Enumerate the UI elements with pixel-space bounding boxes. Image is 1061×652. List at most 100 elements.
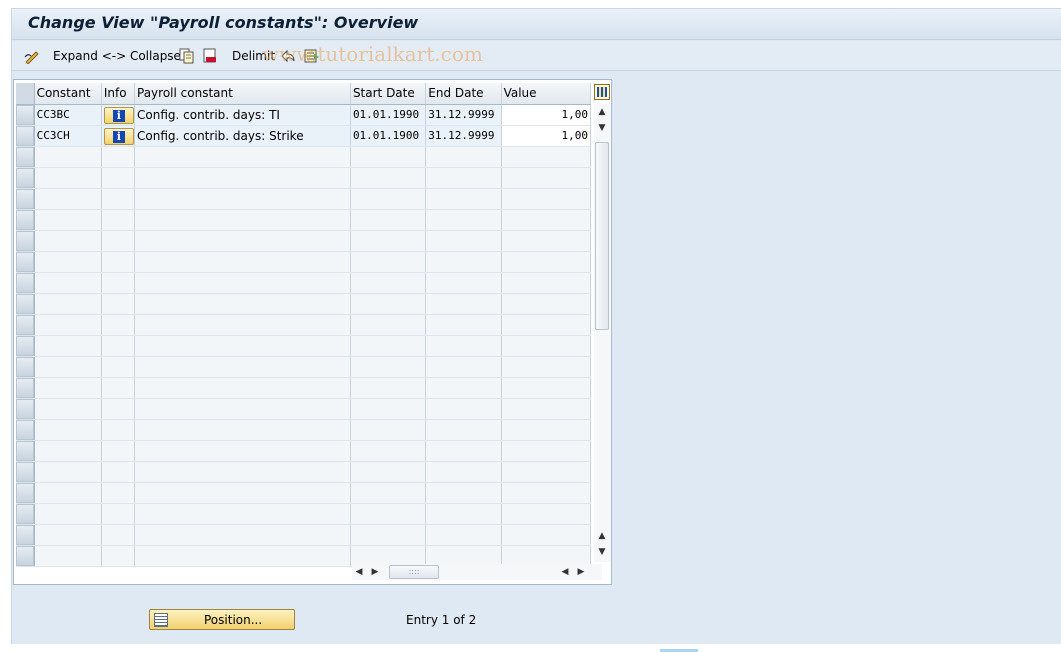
empty-cell[interactable] [425,482,502,504]
empty-cell[interactable] [350,503,427,525]
empty-cell[interactable] [34,356,102,378]
empty-cell[interactable] [425,398,502,420]
empty-cell[interactable] [34,377,102,399]
empty-cell[interactable] [350,398,427,420]
empty-cell[interactable] [101,209,136,231]
row-selector[interactable] [16,167,35,189]
horizontal-scroll-thumb[interactable]: :::: [389,565,439,579]
select-all-cell[interactable] [16,83,35,105]
expand-collapse-button[interactable]: Expand <-> Collapse [53,46,181,66]
empty-cell[interactable] [101,167,136,189]
empty-cell[interactable] [134,335,351,357]
empty-cell[interactable] [425,440,502,462]
empty-cell[interactable] [134,251,351,273]
column-header-start-date[interactable]: Start Date [350,83,427,105]
empty-cell[interactable] [350,440,427,462]
vertical-scroll-thumb[interactable] [595,142,609,330]
empty-cell[interactable] [101,545,136,567]
empty-cell[interactable] [425,251,502,273]
column-left-icon[interactable]: ◀ [558,564,572,580]
empty-cell[interactable] [101,503,136,525]
empty-cell[interactable] [501,377,592,399]
row-selector[interactable] [16,461,35,483]
row-selector[interactable] [16,398,35,420]
column-configuration-icon[interactable] [594,84,610,100]
empty-cell[interactable] [34,209,102,231]
display-change-button[interactable] [24,46,40,66]
empty-cell[interactable] [134,356,351,378]
empty-cell[interactable] [425,461,502,483]
empty-cell[interactable] [101,482,136,504]
info-button[interactable]: i [103,127,134,145]
empty-cell[interactable] [134,377,351,399]
value-input[interactable]: 1,00 [501,125,592,147]
row-selector[interactable] [16,482,35,504]
empty-cell[interactable] [34,524,102,546]
position-button[interactable]: Position... [149,609,295,630]
empty-cell[interactable] [501,188,592,210]
empty-cell[interactable] [501,209,592,231]
row-selector[interactable] [16,230,35,252]
empty-cell[interactable] [425,209,502,231]
empty-cell[interactable] [425,230,502,252]
empty-cell[interactable] [134,545,351,567]
row-selector[interactable] [16,146,35,168]
empty-cell[interactable] [501,545,592,567]
empty-cell[interactable] [501,482,592,504]
row-selector[interactable] [16,440,35,462]
row-selector[interactable] [16,251,35,273]
empty-cell[interactable] [134,314,351,336]
row-selector[interactable] [16,209,35,231]
row-selector[interactable] [16,356,35,378]
empty-cell[interactable] [134,524,351,546]
empty-cell[interactable] [101,335,136,357]
empty-cell[interactable] [501,293,592,315]
row-selector[interactable] [16,524,35,546]
empty-cell[interactable] [501,167,592,189]
empty-cell[interactable] [34,167,102,189]
empty-cell[interactable] [501,524,592,546]
empty-cell[interactable] [134,230,351,252]
empty-cell[interactable] [101,356,136,378]
empty-cell[interactable] [501,419,592,441]
empty-cell[interactable] [350,251,427,273]
column-header-payroll-constant[interactable]: Payroll constant [134,83,351,105]
vertical-scrollbar[interactable]: ▲ ▼ ▲ ▼ [594,104,610,562]
empty-cell[interactable] [501,440,592,462]
empty-cell[interactable] [34,419,102,441]
row-selector[interactable] [16,545,35,567]
empty-cell[interactable] [350,419,427,441]
empty-cell[interactable] [34,398,102,420]
empty-cell[interactable] [134,272,351,294]
row-selector[interactable] [16,293,35,315]
row-selector[interactable] [16,335,35,357]
row-selector[interactable] [16,419,35,441]
empty-cell[interactable] [34,146,102,168]
scroll-right-icon[interactable]: ▶ [368,564,382,580]
empty-cell[interactable] [134,419,351,441]
empty-cell[interactable] [350,461,427,483]
delimit-button[interactable]: Delimit [232,46,275,66]
value-input[interactable]: 1,00 [501,104,592,126]
row-selector[interactable] [16,377,35,399]
row-selector[interactable] [16,503,35,525]
empty-cell[interactable] [350,335,427,357]
row-selector[interactable] [16,104,35,126]
empty-cell[interactable] [134,398,351,420]
empty-cell[interactable] [350,146,427,168]
empty-cell[interactable] [101,251,136,273]
empty-cell[interactable] [350,293,427,315]
empty-cell[interactable] [34,335,102,357]
row-selector[interactable] [16,272,35,294]
empty-cell[interactable] [350,356,427,378]
empty-cell[interactable] [34,461,102,483]
empty-cell[interactable] [101,230,136,252]
empty-cell[interactable] [134,293,351,315]
empty-cell[interactable] [425,335,502,357]
empty-cell[interactable] [350,230,427,252]
empty-cell[interactable] [501,146,592,168]
row-selector[interactable] [16,125,35,147]
empty-cell[interactable] [501,230,592,252]
copy-button[interactable] [179,46,195,66]
empty-cell[interactable] [350,482,427,504]
